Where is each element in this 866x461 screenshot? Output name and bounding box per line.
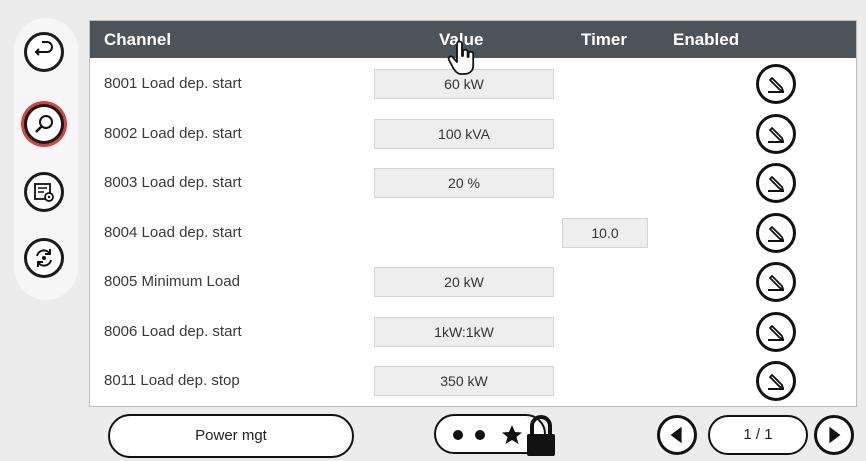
- value-field[interactable]: 350 kW: [374, 366, 554, 396]
- search-button[interactable]: [24, 104, 64, 144]
- table-row: 8003 Load dep. start 20 %: [90, 158, 856, 207]
- channel-label: 8004 Load dep. start: [104, 223, 242, 241]
- edit-icon: [768, 77, 784, 93]
- edit-button[interactable]: [756, 311, 796, 352]
- next-icon: [829, 426, 841, 444]
- power-mgt-label: Power mgt: [195, 427, 267, 444]
- page-counter-label: 1 / 1: [743, 426, 773, 443]
- power-mgt-button[interactable]: Power mgt: [108, 414, 354, 458]
- back-icon: [34, 41, 53, 56]
- channel-label: 8001 Load dep. start: [104, 75, 242, 92]
- edit-icon: [768, 324, 784, 341]
- hand-cursor-icon: [447, 40, 475, 75]
- prev-icon: [670, 426, 682, 444]
- sidebar: [14, 18, 78, 300]
- timer-field[interactable]: 10.0: [562, 217, 648, 248]
- page-counter: 1 / 1: [708, 415, 808, 455]
- edit-icon: [768, 176, 784, 192]
- channel-label: 8005 Minimum Load: [104, 273, 240, 290]
- next-page-button[interactable]: [814, 415, 854, 455]
- table-row: 8004 Load dep. start 10.0: [90, 208, 856, 257]
- edit-button[interactable]: [756, 113, 796, 154]
- settings-list-button[interactable]: [24, 172, 64, 212]
- channel-label: 8003 Load dep. start: [104, 174, 242, 191]
- edit-button[interactable]: [756, 64, 796, 104]
- channel-table: Channel Value Timer Enabled 8001 Load de…: [89, 20, 857, 407]
- channel-label: 8006 Load dep. start: [104, 322, 242, 340]
- value-field[interactable]: 20 kW: [374, 267, 554, 297]
- header-enabled: Enabled: [673, 30, 740, 49]
- edit-button[interactable]: [756, 163, 796, 203]
- previous-page-button[interactable]: [657, 415, 697, 455]
- table-row: 8011 Load dep. stop 350 kW: [90, 356, 856, 405]
- channel-label: 8002 Load dep. start: [104, 124, 242, 142]
- header-timer: Timer: [581, 30, 627, 49]
- edit-button[interactable]: [756, 361, 796, 401]
- search-icon: [35, 115, 53, 133]
- channel-label: 8011 Load dep. stop: [104, 372, 240, 389]
- value-field[interactable]: 1kW:1kW: [374, 316, 554, 347]
- value-field[interactable]: 20 %: [374, 168, 554, 198]
- header-channel: Channel: [104, 30, 172, 49]
- edit-icon: [768, 374, 784, 390]
- back-button[interactable]: [24, 32, 64, 72]
- value-field[interactable]: 100 kVA: [374, 118, 554, 149]
- table-row: 8002 Load dep. start 100 kVA: [90, 109, 856, 158]
- table-row: 8006 Load dep. start 1kW:1kW: [90, 307, 856, 356]
- edit-icon: [768, 225, 784, 242]
- sync-button[interactable]: [24, 238, 64, 278]
- lock-icon[interactable]: [522, 414, 560, 458]
- edit-button[interactable]: [756, 262, 796, 302]
- star-icon: [502, 425, 522, 444]
- settings-list-icon: [34, 183, 54, 202]
- sync-icon: [36, 249, 52, 267]
- edit-icon: [768, 126, 784, 143]
- table-row: 8005 Minimum Load 20 kW: [90, 257, 856, 306]
- edit-button[interactable]: [756, 212, 796, 253]
- edit-icon: [768, 275, 784, 291]
